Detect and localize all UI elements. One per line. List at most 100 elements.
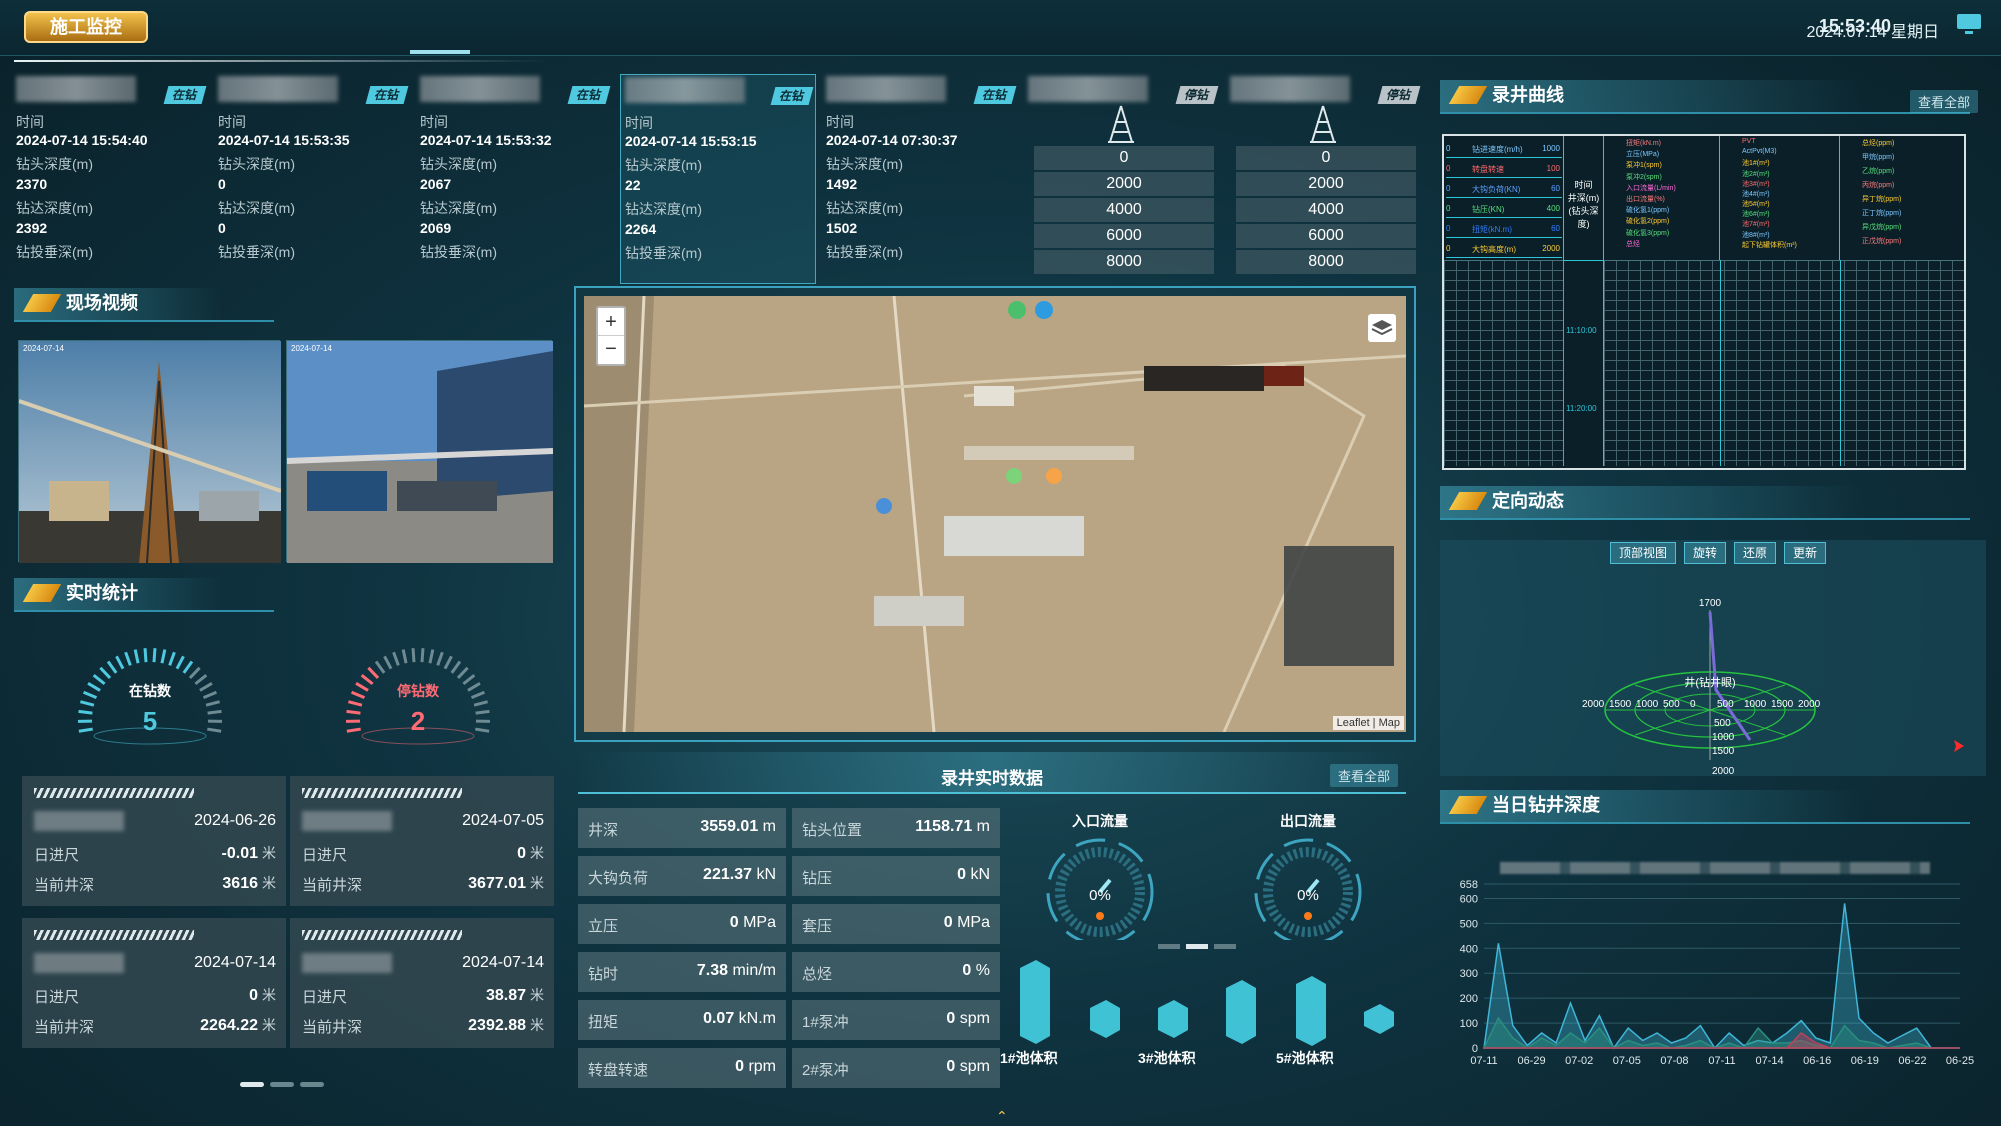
dir-axis-500: 500 xyxy=(1714,718,1731,729)
video-feed-2[interactable]: 2024-07-14 xyxy=(286,340,554,563)
realtime-value: 0 rpm xyxy=(735,1058,776,1075)
realtime-key: 立压 xyxy=(588,918,619,935)
polar-tick: 500 xyxy=(1663,699,1680,710)
directional-button[interactable]: 还原 xyxy=(1734,542,1777,564)
log-track: 0 扭矩(kN.m) 60 xyxy=(1446,220,1562,238)
depth-header: 井深(m) (钻头深度) xyxy=(1567,193,1600,229)
realtime-value: 0 MPa xyxy=(729,914,776,931)
construction-monitor-button[interactable]: 施工监控 xyxy=(24,11,148,43)
stat-date: 2024-07-14 xyxy=(194,954,276,971)
stat-card[interactable]: 2024-06-26 日进尺 -0.01 米当前井深 3616 米 xyxy=(22,776,286,906)
outlet-flow-value: 0% xyxy=(1297,887,1319,904)
zoom-in-button[interactable]: + xyxy=(598,308,624,336)
log-curve-panel: 0 钻进速度(m/h) 1000 0 转盘转速 100 0 大钩负荷(KN) 60 0 钻压(KN)… xyxy=(1442,134,1966,470)
section-title-text: 实时统计 xyxy=(66,583,138,603)
well-time: 2024-07-14 15:53:35 xyxy=(218,132,350,148)
log-track-label: 硫化氢2(ppm) xyxy=(1626,218,1670,226)
well-card[interactable]: 在钻 时间 2024-07-14 15:53:15 钻头深度(m) 22 钻达深度(m) 2… xyxy=(620,74,816,284)
y-tick-label: 300 xyxy=(1460,968,1478,980)
arrow-icon[interactable] xyxy=(1950,738,1966,754)
well-card[interactable]: 在钻 时间 2024-07-14 15:53:32 钻头深度(m) 2067 钻达深度(m… xyxy=(416,74,612,284)
realtime-value: 0.07 kN.m xyxy=(703,1010,776,1027)
realtime-key: 1#泵冲 xyxy=(802,1014,849,1031)
y-tick-label: 658 xyxy=(1460,879,1478,891)
realtime-view-all[interactable]: 查看全部 xyxy=(1329,764,1398,787)
realtime-cell: 钻压 0 kN xyxy=(792,856,1000,896)
realtime-title: 录井实时数据 xyxy=(941,769,1043,788)
well-bit-label: 钻头深度(m) xyxy=(625,157,702,173)
x-tick-label: 07-11 xyxy=(1708,1055,1735,1067)
depth-scale-row: 0 xyxy=(1236,146,1416,170)
stat-card[interactable]: 2024-07-14 日进尺 38.87 米当前井深 2392.88 米 xyxy=(290,918,554,1048)
polar-tick: 1500 xyxy=(1609,699,1632,710)
well-time-label: 时间 xyxy=(826,114,854,130)
section-title-stats: 实时统计 xyxy=(14,578,274,612)
stripe-decoration xyxy=(34,788,194,798)
depth-label: 当前井深 xyxy=(34,877,95,894)
well-card[interactable]: 在钻 时间 2024-07-14 15:53:35 钻头深度(m) 0 钻达深度(m) 0 钻… xyxy=(214,74,410,284)
depth-value: 2392.88 米 xyxy=(468,1017,544,1034)
well-name-obscured xyxy=(420,76,540,102)
layers-icon[interactable] xyxy=(1368,314,1396,342)
monitor-icon[interactable] xyxy=(1955,10,1983,38)
section-title-text: 当日钻井深度 xyxy=(1492,795,1600,815)
realtime-value: 0 spm xyxy=(946,1058,990,1075)
realtime-value: 0 kN xyxy=(957,866,990,883)
well-card[interactable]: 停钻 0 2000 4000 6000 8000 xyxy=(1024,74,1220,284)
log-track-label: 异戊烷(ppm) xyxy=(1862,224,1902,231)
well-reach: 1502 xyxy=(826,220,858,236)
realtime-header: 录井实时数据 查看全部 xyxy=(578,752,1406,794)
map-attribution[interactable]: Leaflet | Map xyxy=(1332,716,1404,730)
expand-up-icon[interactable]: ⌃ xyxy=(996,1108,1008,1125)
well-time-label: 时间 xyxy=(16,114,44,130)
well-card[interactable]: 在钻 时间 2024-07-14 15:54:40 钻头深度(m) 2370 钻达深度(m… xyxy=(12,74,208,284)
realtime-cell: 立压 0 MPa xyxy=(578,904,786,944)
satellite-map-image xyxy=(584,296,1406,732)
directional-button[interactable]: 顶部视图 xyxy=(1610,542,1677,564)
log-curve-view-all[interactable]: 查看全部 xyxy=(1910,90,1979,113)
satellite-map[interactable]: + − Leaflet | Map xyxy=(584,296,1406,732)
divider xyxy=(14,60,544,62)
directional-button[interactable]: 旋转 xyxy=(1684,542,1727,564)
stopped-count-gauge: 停钻数 2 xyxy=(345,648,491,745)
stat-card[interactable]: 2024-07-05 日进尺 0 米当前井深 3677.01 米 xyxy=(290,776,554,906)
pager-dots[interactable] xyxy=(240,1074,324,1092)
log-col-4: PVT ActPvt(M3) 池1#(m³) 池2#(m³) 池3#(m³) 池4#(m³… xyxy=(1720,136,1840,260)
footage-value: 0米 xyxy=(517,845,544,862)
drilling-count-value: 5 xyxy=(143,706,157,736)
zoom-out-button[interactable]: − xyxy=(598,336,624,364)
section-title-log-curve: 录井曲线 xyxy=(1440,80,1970,114)
stat-card[interactable]: 2024-07-14 日进尺 0 米当前井深 2264.22 米 xyxy=(22,918,286,1048)
lightning-icon xyxy=(22,584,62,602)
video-feed-1[interactable]: 2024-07-14 xyxy=(18,340,282,564)
directional-button[interactable]: 更新 xyxy=(1784,542,1827,564)
drilling-rig-video-image: 2024-07-14 xyxy=(18,341,282,564)
time-tick-2: 11:20:00 xyxy=(1566,404,1597,413)
well-name-obscured xyxy=(826,76,946,102)
realtime-cell: 套压 0 MPa xyxy=(792,904,1000,944)
log-track-label: 扭矩(kN.m) xyxy=(1626,140,1661,147)
y-tick-label: 500 xyxy=(1460,918,1478,930)
realtime-key: 套压 xyxy=(802,918,833,935)
footage-label: 日进尺 xyxy=(34,847,80,864)
well-card[interactable]: 停钻 0 2000 4000 6000 8000 xyxy=(1226,74,1422,284)
x-tick-label: 06-29 xyxy=(1518,1055,1546,1067)
log-track-label: 池2#(m³) xyxy=(1742,170,1770,178)
well-name-obscured xyxy=(218,76,338,102)
directional-panel: 顶部视图 旋转 还原 更新 1700 500 1000 1500 2000 井(钻井眼… xyxy=(1440,540,1986,776)
depth-scale-row: 8000 xyxy=(1236,250,1416,274)
footage-value: 0米 xyxy=(249,987,276,1004)
log-track-label: PVT xyxy=(1742,138,1756,145)
well-reach: 2392 xyxy=(16,220,48,236)
lightning-icon xyxy=(22,294,62,312)
x-tick-label: 07-05 xyxy=(1613,1055,1641,1067)
nav-indicator xyxy=(410,50,470,54)
log-track-label: 起下钻罐体积(m³) xyxy=(1742,241,1797,249)
log-track-label: 池6#(m³) xyxy=(1742,211,1770,219)
well-reach: 0 xyxy=(218,220,226,236)
pool-3-label: 3#池体积 xyxy=(1138,1050,1196,1066)
well-card[interactable]: 在钻 时间 2024-07-14 07:30:37 钻头深度(m) 1492 钻达深度(m… xyxy=(822,74,1018,284)
well-bit: 2067 xyxy=(420,176,452,192)
well-bit-label: 钻头深度(m) xyxy=(218,156,295,172)
footage-label: 日进尺 xyxy=(34,989,80,1006)
